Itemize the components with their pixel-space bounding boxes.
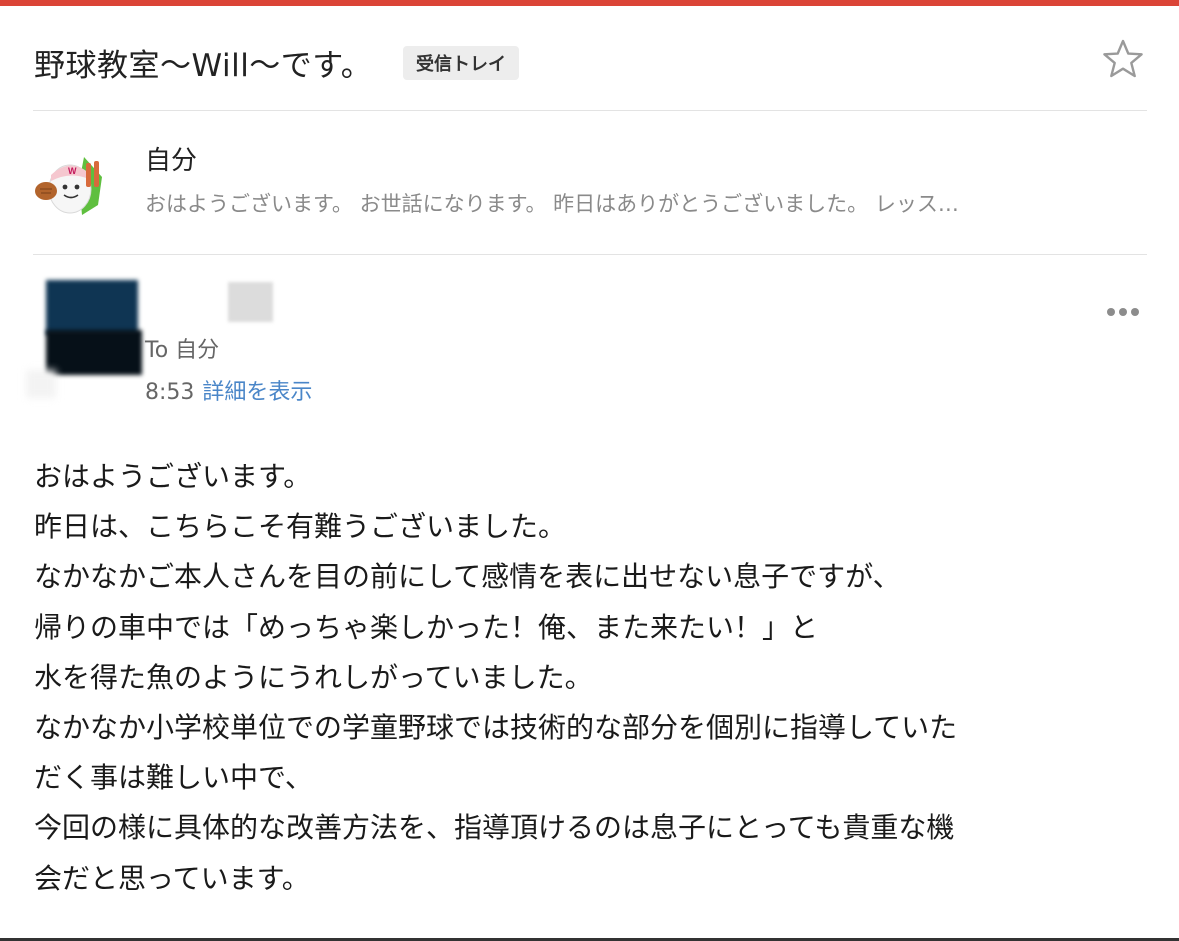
body-line: 水を得た魚のようにうれしがっていました。 [34,660,593,694]
recipient-line: To 自分 [145,338,220,363]
body-line: 今回の様に具体的な改善方法を、指導頂けるのは息子にとっても貴重な機 [34,811,955,845]
sender-name: 自分 [145,146,198,176]
baseball-mascot-icon: W [32,143,110,221]
avatar [24,280,142,398]
body-line: なかなかご本人さんを目の前にして感情を表に出せない息子ですが、 [34,560,901,594]
message-meta: 8:53 詳細を表示 [145,374,312,406]
more-options-icon[interactable] [1104,302,1142,322]
header-divider [33,110,1147,111]
body-line: だく事は難しい中で、 [34,761,313,795]
message-divider [33,254,1147,255]
body-line: おはようございます。 [34,460,312,493]
body-line: 昨日は、こちらこそ有難うございました。 [34,510,567,544]
message-snippet: おはようございます。 お世話になります。 昨日はありがとうございました。 レッス… [145,192,959,216]
message-body: おはようございます。 昨日は、こちらこそ有難うございました。 なかなかご本人さん… [34,452,1154,904]
message-time: 8:53 [145,380,195,405]
svg-text:W: W [68,166,77,176]
top-accent-bar [0,0,1179,6]
body-line: なかなか小学校単位での学童野球では技術的な部分を個別に指導していた [34,711,958,745]
thread-subject: 野球教室〜Will〜です。 [34,48,373,84]
body-line: 会だと思っています。 [34,861,310,895]
star-icon[interactable] [1102,38,1144,80]
inbox-label-chip[interactable]: 受信トレイ [403,46,519,80]
body-line: 帰りの車中では「めっちゃ楽しかった！俺、また来たい！」と [34,610,819,644]
show-details-link[interactable]: 詳細を表示 [202,380,312,405]
avatar: W [32,143,110,221]
redacted-sender-name [228,282,273,322]
